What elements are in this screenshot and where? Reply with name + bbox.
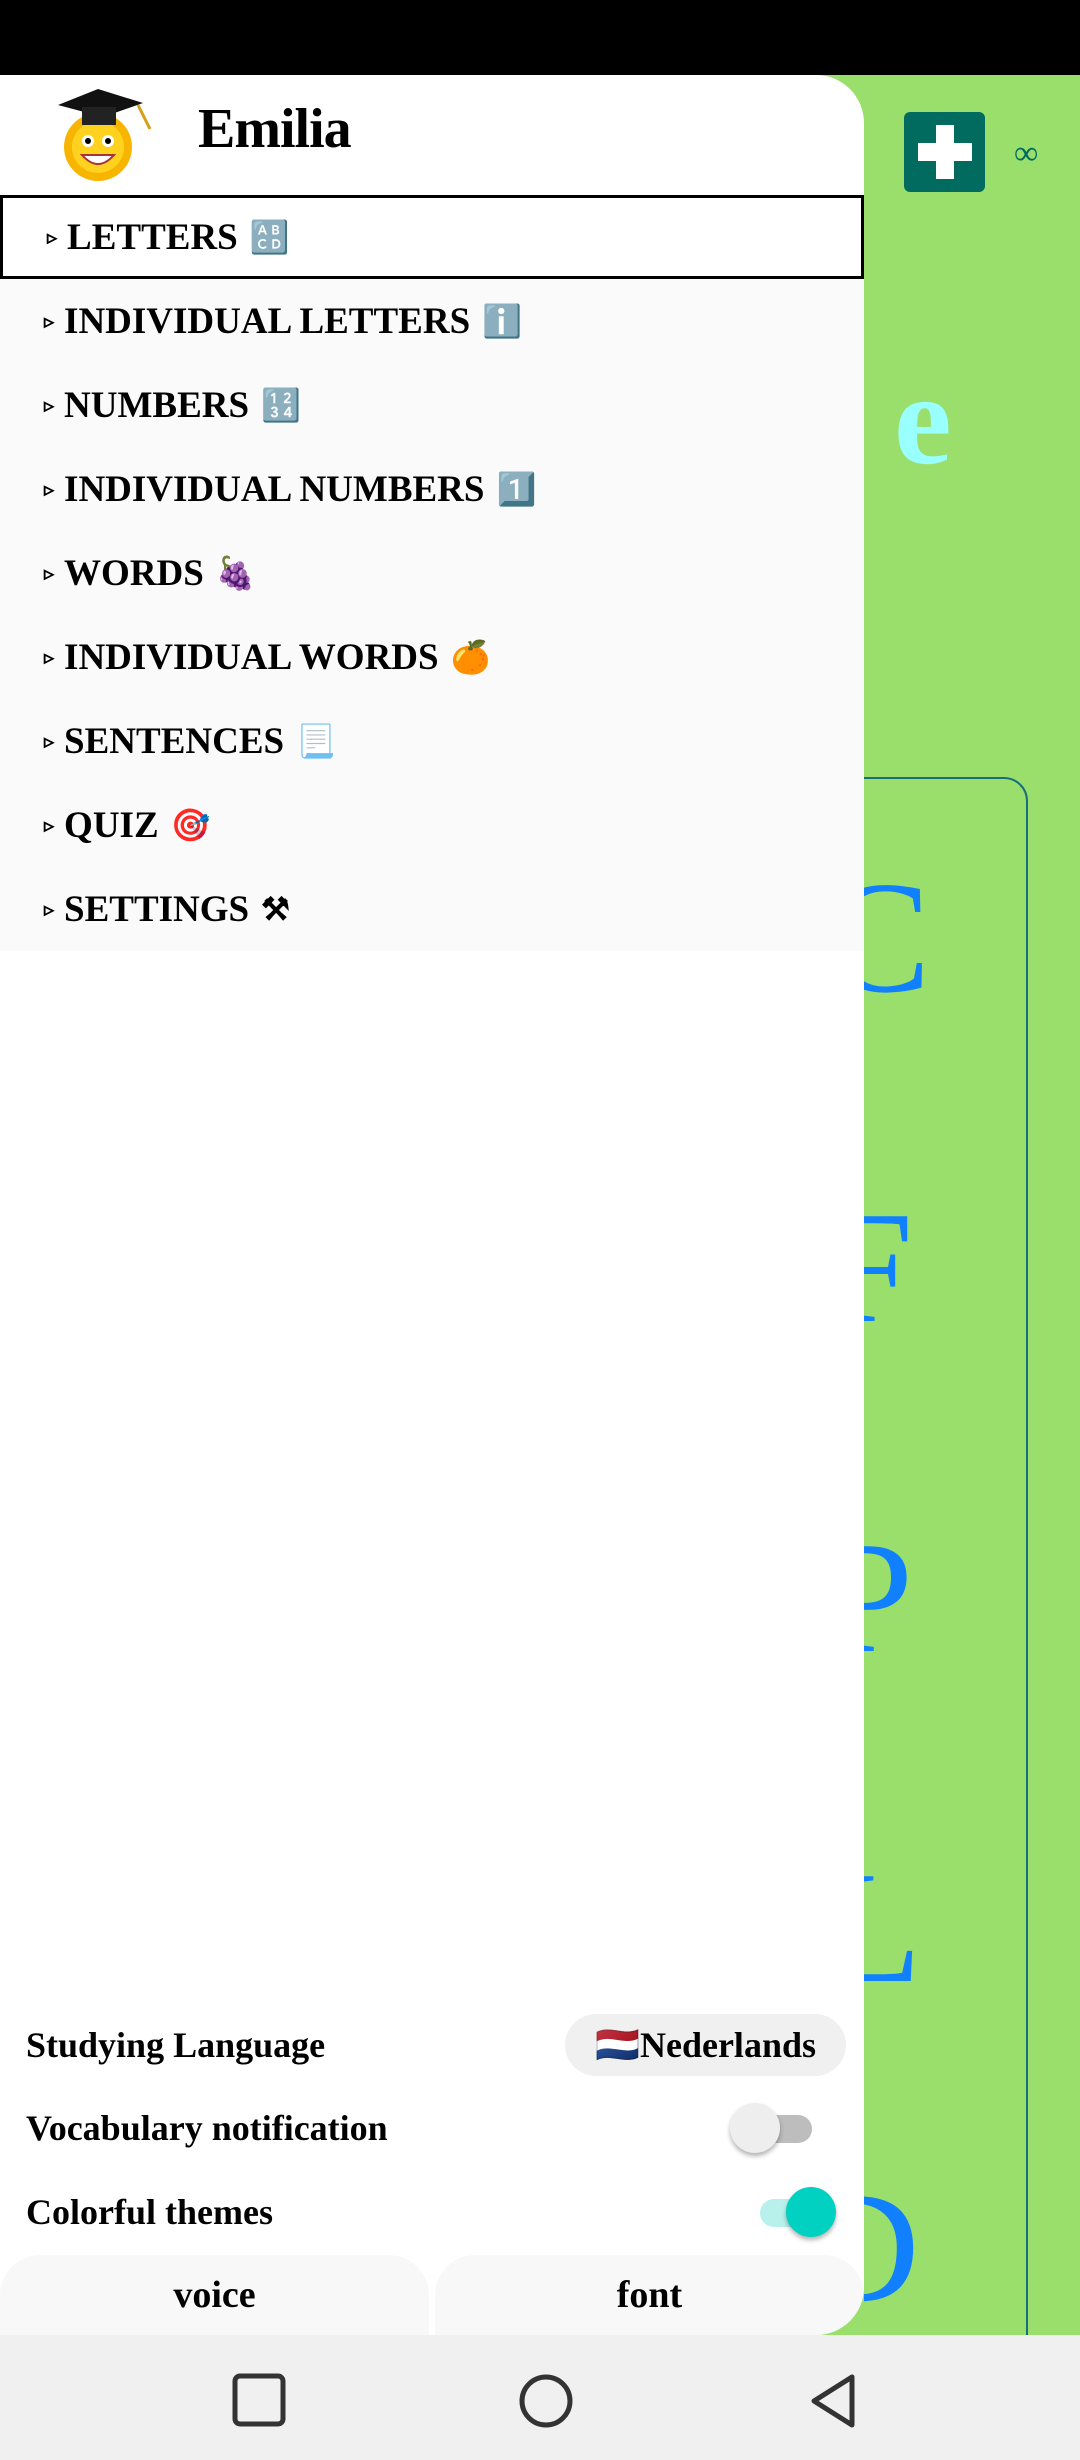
menu-item-emoji-icon: 🍊 xyxy=(450,639,491,675)
menu-item-label: SENTENCES xyxy=(64,720,285,762)
letter-l[interactable]: L xyxy=(864,1835,922,2020)
menu-item-emoji-icon: ℹ️ xyxy=(482,303,522,339)
menu-item-label: WORDS xyxy=(64,552,204,594)
menu-item-emoji-icon: 🔠 xyxy=(249,219,290,255)
menu-item-emoji-icon: 📃 xyxy=(296,723,336,759)
toggle-knob xyxy=(786,2187,836,2237)
triangle-bullet-icon: ▹ xyxy=(44,814,55,837)
back-icon[interactable] xyxy=(808,2373,858,2429)
letter-c[interactable]: C xyxy=(864,845,931,1030)
background-content: ∞ e C F P L D xyxy=(864,75,1080,2335)
colorful-themes-toggle[interactable] xyxy=(750,2187,836,2237)
menu-item-emoji-icon: ⚒ xyxy=(261,891,290,927)
triangle-bullet-icon: ▹ xyxy=(44,310,55,333)
menu-item-sentences[interactable]: ▹ SENTENCES 📃 xyxy=(0,699,864,783)
menu-item-label: INDIVIDUAL LETTERS xyxy=(64,300,471,342)
vocab-notification-label: Vocabulary notification xyxy=(26,2108,388,2148)
menu-item-individual-words[interactable]: ▹ INDIVIDUAL WORDS 🍊 xyxy=(0,615,864,699)
user-name: Emilia xyxy=(198,98,352,160)
drawer-header: Emilia xyxy=(0,75,864,195)
toggle-knob xyxy=(730,2103,780,2153)
font-button[interactable]: font xyxy=(435,2255,864,2335)
triangle-bullet-icon: ▹ xyxy=(44,394,55,417)
menu-item-emoji-icon: 🍇 xyxy=(215,555,256,591)
triangle-bullet-icon: ▹ xyxy=(44,898,55,921)
studying-language-label: Studying Language xyxy=(26,2025,326,2065)
letter-e: e xyxy=(894,348,952,492)
bottom-buttons: voice font xyxy=(0,2255,864,2335)
colorful-themes-label: Colorful themes xyxy=(26,2192,273,2232)
language-selector[interactable]: 🇳🇱Nederlands xyxy=(565,2014,846,2076)
home-icon[interactable] xyxy=(518,2373,574,2429)
add-button[interactable] xyxy=(904,112,985,192)
menu-item-emoji-icon: 1️⃣ xyxy=(496,471,537,507)
letter-p[interactable]: P xyxy=(864,1505,913,1690)
triangle-bullet-icon: ▹ xyxy=(44,562,55,585)
system-nav-bar xyxy=(0,2335,1080,2460)
recents-icon[interactable] xyxy=(232,2373,286,2427)
menu-item-label: QUIZ xyxy=(64,804,159,846)
graduate-sun-icon xyxy=(58,89,152,181)
status-bar xyxy=(0,0,1080,75)
menu-item-label: INDIVIDUAL NUMBERS xyxy=(64,468,485,510)
triangle-bullet-icon: ▹ xyxy=(44,730,55,753)
letter-f[interactable]: F xyxy=(864,1175,913,1360)
menu-item-individual-letters[interactable]: ▹ INDIVIDUAL LETTERS ℹ️ xyxy=(0,279,864,363)
menu-item-settings[interactable]: ▹ SETTINGS ⚒ xyxy=(0,867,864,951)
triangle-bullet-icon: ▹ xyxy=(44,478,55,501)
studying-language-row: Studying Language 🇳🇱Nederlands xyxy=(26,2010,846,2080)
menu-item-emoji-icon: 🔢 xyxy=(261,387,301,423)
triangle-bullet-icon: ▹ xyxy=(47,226,58,249)
vocab-notification-toggle[interactable] xyxy=(730,2103,816,2153)
menu-item-label: INDIVIDUAL WORDS xyxy=(64,636,439,678)
menu-item-words[interactable]: ▹ WORDS 🍇 xyxy=(0,531,864,615)
menu-item-label: NUMBERS xyxy=(64,384,250,426)
menu-item-quiz[interactable]: ▹ QUIZ 🎯 xyxy=(0,783,864,867)
triangle-bullet-icon: ▹ xyxy=(44,646,55,669)
voice-button[interactable]: voice xyxy=(0,2255,429,2335)
drawer-menu: ▹ LETTERS 🔠 ▹ INDIVIDUAL LETTERS ℹ️ ▹ NUMBERS 🔢 ▹… xyxy=(0,195,864,951)
menu-item-label: SETTINGS xyxy=(64,888,250,930)
letter-d[interactable]: D xyxy=(864,2155,920,2335)
menu-item-individual-numbers[interactable]: ▹ INDIVIDUAL NUMBERS 1️⃣ xyxy=(0,447,864,531)
infinity-counter: ∞ xyxy=(1014,135,1039,172)
menu-item-label: LETTERS xyxy=(67,216,238,258)
menu-item-letters[interactable]: ▹ LETTERS 🔠 xyxy=(0,195,864,279)
plus-icon-v xyxy=(935,125,954,179)
colorful-themes-row: Colorful themes xyxy=(26,2177,846,2247)
menu-item-numbers[interactable]: ▹ NUMBERS 🔢 xyxy=(0,363,864,447)
navigation-drawer: Emilia ▹ LETTERS 🔠 ▹ INDIVIDUAL LETTERS ℹ️ ▹ NU… xyxy=(0,75,864,2335)
vocab-notification-row: Vocabulary notification xyxy=(26,2093,846,2163)
menu-item-emoji-icon: 🎯 xyxy=(170,807,211,843)
